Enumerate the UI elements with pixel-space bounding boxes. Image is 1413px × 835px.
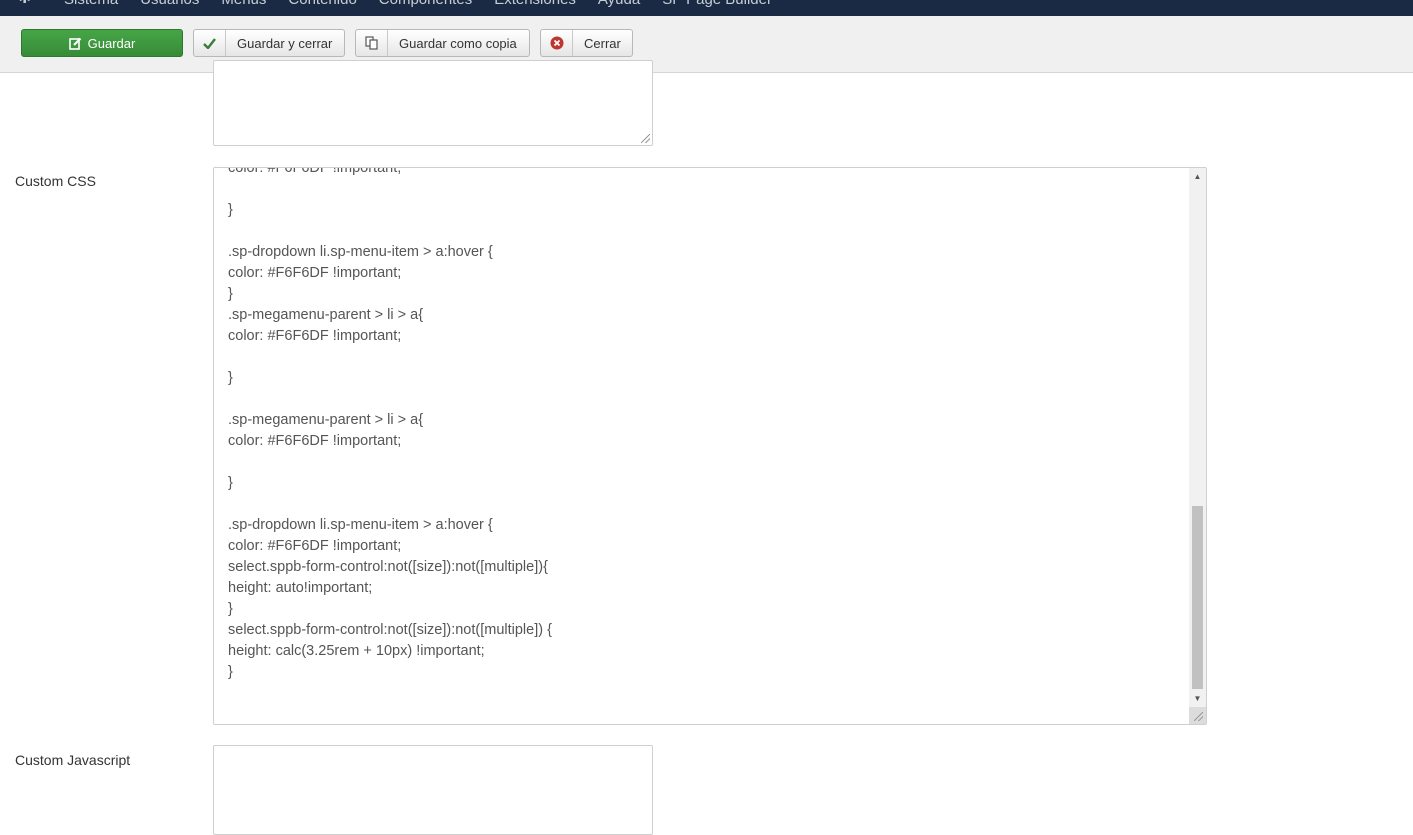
resize-handle-icon[interactable] xyxy=(641,134,650,143)
menu-item-usuarios[interactable]: Usuarios xyxy=(140,0,199,8)
top-menu: Sistema Usuarios Menús Contenido Compone… xyxy=(64,0,794,8)
custom-javascript-label: Custom Javascript xyxy=(15,752,131,768)
toolbar: Guardar Guardar y cerrar Guardar como co… xyxy=(0,16,1413,73)
menu-item-menus[interactable]: Menús xyxy=(221,0,266,8)
previous-textarea[interactable] xyxy=(213,60,653,146)
vertical-scrollbar[interactable]: ▲ ▼ xyxy=(1189,168,1206,724)
menu-item-extensiones[interactable]: Extensiones xyxy=(494,0,576,8)
save-close-button[interactable]: Guardar y cerrar xyxy=(193,29,345,57)
menu-item-sistema[interactable]: Sistema xyxy=(64,0,118,8)
custom-css-label: Custom CSS xyxy=(15,173,96,189)
edit-icon xyxy=(68,30,82,56)
resize-handle-icon[interactable] xyxy=(1194,712,1203,721)
joomla-logo-icon[interactable]: ✱ xyxy=(18,0,40,7)
scrollbar-thumb[interactable] xyxy=(1192,506,1203,689)
top-navbar: ✱ Sistema Usuarios Menús Contenido Compo… xyxy=(0,0,1413,16)
copy-icon xyxy=(356,30,388,56)
save-copy-label: Guardar como copia xyxy=(399,35,517,51)
menu-item-sp-page-builder[interactable]: SP Page Builder xyxy=(662,0,772,8)
menu-item-contenido[interactable]: Contenido xyxy=(288,0,356,8)
custom-javascript-textarea[interactable] xyxy=(213,745,653,835)
menu-item-componentes[interactable]: Componentes xyxy=(379,0,472,8)
custom-css-textarea[interactable]: color: #F6F6DF !important; } .sp-dropdow… xyxy=(213,167,1207,725)
custom-css-code[interactable]: color: #F6F6DF !important; } .sp-dropdow… xyxy=(228,168,1188,683)
close-label: Cerrar xyxy=(584,35,621,51)
times-circle-icon xyxy=(541,30,573,56)
check-icon xyxy=(194,30,226,56)
scroll-up-arrow-icon[interactable]: ▲ xyxy=(1189,168,1206,185)
resize-corner[interactable] xyxy=(1189,707,1206,724)
close-button[interactable]: Cerrar xyxy=(540,29,633,57)
save-copy-button[interactable]: Guardar como copia xyxy=(355,29,530,57)
save-close-label: Guardar y cerrar xyxy=(237,35,333,51)
save-label: Guardar xyxy=(87,35,136,51)
scroll-down-arrow-icon[interactable]: ▼ xyxy=(1189,690,1206,707)
save-button[interactable]: Guardar xyxy=(21,29,183,57)
menu-item-ayuda[interactable]: Ayuda xyxy=(598,0,640,8)
